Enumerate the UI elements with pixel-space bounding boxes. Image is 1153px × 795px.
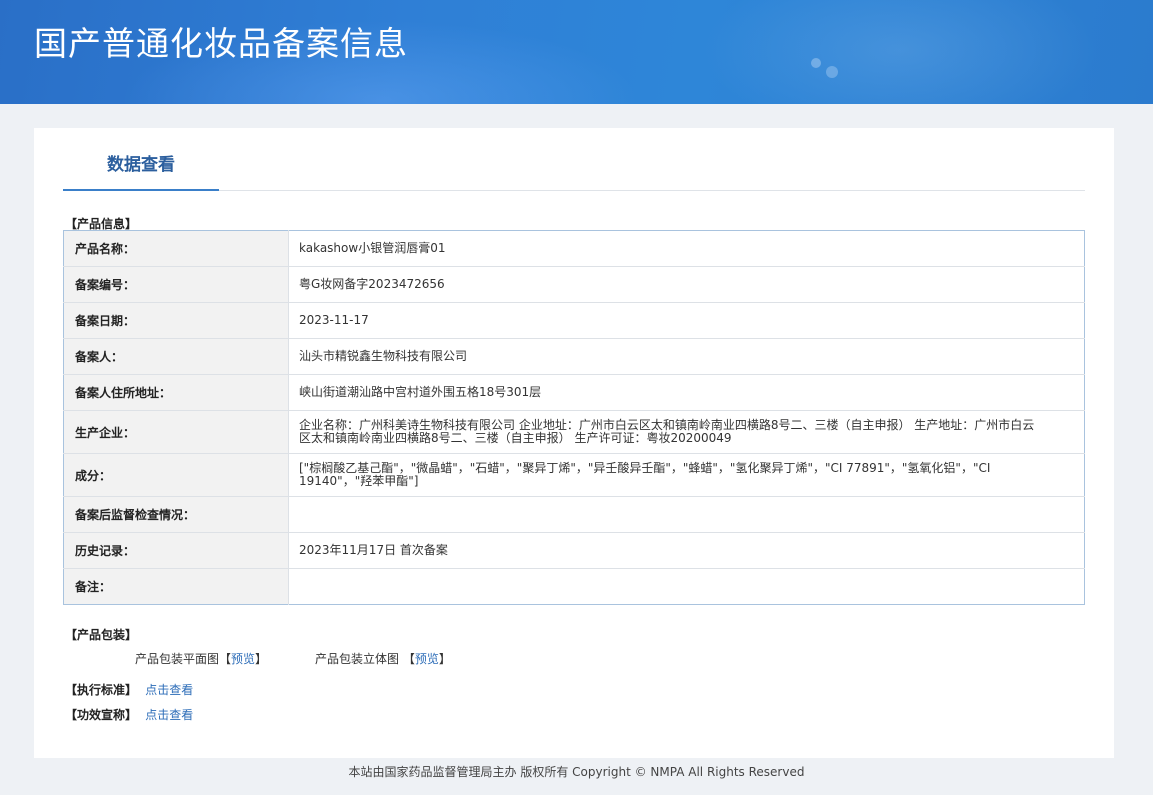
row-value: 峡山街道潮汕路中宫村道外围五格18号301层 <box>288 374 1085 411</box>
packaging-solid-preview-link[interactable]: 预览 <box>415 652 439 666</box>
row-value: 2023年11月17日 首次备案 <box>288 532 1085 569</box>
efficacy-label: 【功效宣称】 点击查看 <box>65 706 193 723</box>
row-value: kakashow小银管润唇膏01 <box>288 230 1085 267</box>
packaging-solid-label: 产品包装立体图 <box>315 652 400 666</box>
table-row: 备案后监督检查情况： <box>63 496 1085 533</box>
footer-copyright: 本站由国家药品监督管理局主办 版权所有 Copyright © NMPA All… <box>348 765 805 779</box>
efficacy-view-link[interactable]: 点击查看 <box>145 708 193 722</box>
packaging-flat-label: 产品包装平面图 <box>135 652 220 666</box>
row-value: ["棕榈酸乙基己酯"，"微晶蜡"，"石蜡"，"聚异丁烯"，"异壬酸异壬酯"，"蜂… <box>288 453 1085 497</box>
bracket: 】 <box>255 652 268 666</box>
table-row: 备案编号： 粤G妆网备字2023472656 <box>63 266 1085 303</box>
tab-bar: 数据查看 <box>63 128 1085 191</box>
bracket: 】 <box>438 652 451 666</box>
standard-view-link[interactable]: 点击查看 <box>145 683 193 697</box>
row-key: 备注： <box>63 568 289 605</box>
row-value <box>288 496 1085 533</box>
table-row: 产品名称： kakashow小银管润唇膏01 <box>63 230 1085 267</box>
row-value: 2023-11-17 <box>288 302 1085 339</box>
row-key: 备案人： <box>63 338 289 375</box>
page-title: 国产普通化妆品备案信息 <box>34 24 408 63</box>
row-key: 产品名称： <box>63 230 289 267</box>
table-row: 成分： ["棕榈酸乙基己酯"，"微晶蜡"，"石蜡"，"聚异丁烯"，"异壬酸异壬酯… <box>63 453 1085 497</box>
efficacy-label-text: 【功效宣称】 <box>65 708 138 722</box>
banner-decoration <box>811 58 821 68</box>
row-value: 汕头市精锐鑫生物科技有限公司 <box>288 338 1085 375</box>
header-banner: 国产普通化妆品备案信息 <box>0 0 1153 104</box>
standard-label: 【执行标准】 点击查看 <box>65 681 193 698</box>
row-key: 历史记录： <box>63 532 289 569</box>
packaging-flat: 产品包装平面图【预览】 <box>135 650 267 667</box>
packaging-flat-preview-link[interactable]: 预览 <box>231 652 255 666</box>
table-row: 生产企业： 企业名称：广州科美诗生物科技有限公司 企业地址：广州市白云区太和镇南… <box>63 410 1085 454</box>
table-row: 备案人住所地址： 峡山街道潮汕路中宫村道外围五格18号301层 <box>63 374 1085 411</box>
table-row: 备注： <box>63 568 1085 605</box>
row-key: 备案人住所地址： <box>63 374 289 411</box>
table-row: 备案人： 汕头市精锐鑫生物科技有限公司 <box>63 338 1085 375</box>
table-row: 备案日期： 2023-11-17 <box>63 302 1085 339</box>
banner-decoration <box>700 0 1100 104</box>
bracket: 【 <box>219 652 232 666</box>
row-key: 备案日期： <box>63 302 289 339</box>
tab-data-view[interactable]: 数据查看 <box>63 128 219 191</box>
row-key: 生产企业： <box>63 410 289 454</box>
bracket: 【 <box>402 652 415 666</box>
packaging-label: 【产品包装】 <box>65 628 138 642</box>
row-value <box>289 569 1085 605</box>
row-value: 粤G妆网备字2023472656 <box>288 266 1085 303</box>
banner-decoration <box>826 66 838 78</box>
row-key: 备案后监督检查情况： <box>63 496 289 533</box>
row-value: 企业名称：广州科美诗生物科技有限公司 企业地址：广州市白云区太和镇南岭南业四横路… <box>288 410 1085 454</box>
packaging-solid: 产品包装立体图 【预览】 <box>315 650 451 667</box>
row-key: 成分： <box>63 453 289 497</box>
standard-label-text: 【执行标准】 <box>65 683 138 697</box>
product-info-table: 产品名称： kakashow小银管润唇膏01 备案编号： 粤G妆网备字20234… <box>63 230 1085 605</box>
row-key: 备案编号： <box>63 266 289 303</box>
content-card: 数据查看 【产品信息】 产品名称： kakashow小银管润唇膏01 备案编号：… <box>34 128 1114 758</box>
table-row: 历史记录： 2023年11月17日 首次备案 <box>63 532 1085 569</box>
